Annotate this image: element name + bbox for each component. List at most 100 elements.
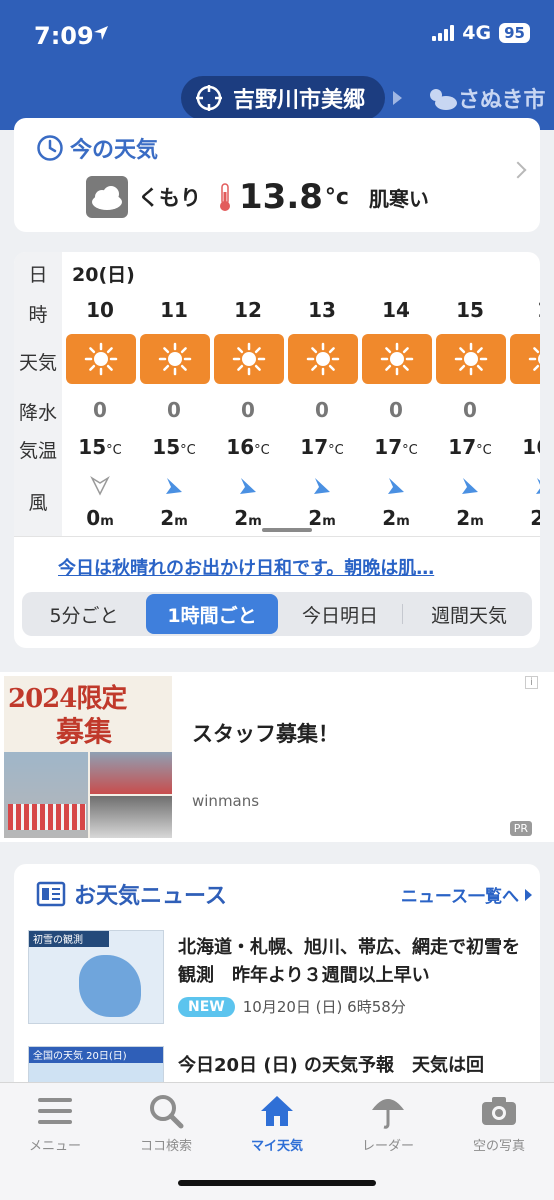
temperature-value: 17 — [448, 435, 477, 459]
newspaper-icon — [36, 881, 66, 907]
tab-menu[interactable]: メニュー — [0, 1091, 110, 1154]
wind-unit: m — [322, 514, 336, 529]
hour-label: 11 — [160, 298, 188, 322]
wind-speed: 2m — [286, 506, 358, 530]
tab-hourly[interactable]: 1時間ごと — [146, 594, 278, 634]
ad-photo — [90, 752, 172, 794]
temperature-value: 15 — [78, 435, 107, 459]
hour-column: 10 0 15°C 0m — [64, 252, 136, 532]
location-name: 吉野川市美郷 — [233, 88, 366, 113]
wind-value: 2 — [160, 506, 175, 530]
home-icon — [222, 1091, 332, 1131]
tab-label: マイ天気 — [250, 1139, 303, 1154]
current-weather-label: 今の天気 — [70, 138, 159, 163]
current-weather-card[interactable]: 今の天気 くもり 13.8 °c 肌寒い — [14, 118, 540, 232]
wind-unit: m — [470, 514, 484, 529]
hour-temperature: 17°C — [286, 435, 358, 459]
temperature-value: 16 — [522, 435, 540, 459]
temperature-value: 17 — [374, 435, 403, 459]
hourly-forecast-card: 日 時 天気 降水 気温 風 20(日) 10 0 15°C 0m 11 0 15°C 2m 1… — [14, 252, 540, 648]
wind-value: 2 — [382, 506, 397, 530]
temperature-unit: °C — [402, 443, 418, 458]
hour-temperature: 16°C — [508, 435, 540, 459]
hour-temperature: 17°C — [434, 435, 506, 459]
news-headline[interactable]: 今日20日 (日) の天気予報 天気は回 — [178, 1052, 528, 1080]
sunny-icon — [214, 334, 284, 384]
tab-radar[interactable]: レーダー — [333, 1091, 443, 1154]
temperature-unit: °c — [324, 184, 349, 210]
hour-temperature: 15°C — [138, 435, 210, 459]
tab-5min[interactable]: 5分ごと — [22, 592, 146, 636]
sunny-icon — [362, 334, 432, 384]
news-list-label: ニュース一覧へ — [400, 887, 519, 907]
sunny-icon — [140, 334, 210, 384]
hour-column: 12 0 16°C 2m — [212, 252, 284, 532]
hour-column: 15 0 17°C 2m — [434, 252, 506, 532]
temperature-unit: °C — [476, 443, 492, 458]
temperature-unit: °C — [328, 443, 344, 458]
wind-direction-icon — [162, 474, 186, 498]
chevron-right-icon[interactable] — [509, 161, 527, 179]
wind-direction-icon — [236, 474, 260, 498]
ad-banner[interactable]: 2024限定 募集 スタッフ募集！ winmans PR i — [0, 672, 554, 842]
wind-value: 0 — [86, 506, 101, 530]
ad-title[interactable]: スタッフ募集！ — [192, 718, 339, 748]
current-weather-row: くもり 13.8 °c 肌寒い — [86, 176, 429, 218]
news-meta: NEW 10月20日 (日) 6時58分 — [178, 996, 406, 1017]
divider — [14, 536, 540, 537]
forecast-summary-link[interactable]: 今日は秋晴れのお出かけ日和です。朝晩は肌… — [58, 554, 434, 580]
tab-search[interactable]: ココ検索 — [111, 1091, 221, 1154]
hour-column: 11 0 15°C 2m — [138, 252, 210, 532]
news-list-link[interactable]: ニュース一覧へ — [401, 882, 532, 907]
ad-image-subtitle: 募集 — [56, 715, 113, 748]
battery-level: 95 — [499, 23, 530, 43]
hour-column: 13 0 17°C 2m — [286, 252, 358, 532]
location-arrow-icon — [94, 26, 108, 40]
hour-column: 1 16°C 2m — [508, 252, 540, 532]
forecast-row-labels: 日 時 天気 降水 気温 風 — [14, 252, 62, 536]
wind-speed: 2m — [360, 506, 432, 530]
horizontal-scroll-indicator[interactable] — [262, 528, 312, 532]
sunny-icon — [288, 334, 358, 384]
current-location-pill[interactable]: 吉野川市美郷 — [181, 76, 385, 120]
tab-weekly[interactable]: 週間天気 — [406, 592, 532, 636]
row-label-date: 日 — [28, 264, 48, 286]
row-label-weather: 天気 — [18, 352, 57, 374]
feels-like-text: 肌寒い — [368, 186, 429, 211]
wind-direction-icon — [532, 474, 540, 498]
wind-speed: 2m — [212, 506, 284, 530]
precip-value: 0 — [463, 398, 477, 422]
row-label-temp: 気温 — [18, 440, 57, 462]
triangle-right-icon — [525, 888, 532, 901]
cloudy-icon — [86, 176, 128, 218]
precip-value: 0 — [315, 398, 329, 422]
sunny-icon — [66, 334, 136, 384]
next-location-name: さぬき市 — [458, 88, 546, 113]
ad-image[interactable]: 2024限定 募集 — [4, 676, 172, 838]
tab-my-weather[interactable]: マイ天気 — [222, 1091, 332, 1154]
tab-label: レーダー — [361, 1139, 414, 1154]
ad-photo — [90, 796, 172, 838]
current-condition: くもり — [138, 186, 201, 210]
home-indicator[interactable] — [178, 1180, 376, 1186]
umbrella-icon — [333, 1091, 443, 1131]
hour-label: 1 — [508, 298, 540, 322]
tab-today-tomorrow[interactable]: 今日明日 — [280, 592, 400, 636]
camera-icon — [444, 1091, 554, 1131]
hour-label: 12 — [234, 298, 262, 322]
news-thumbnail[interactable]: 初雪の観測 — [28, 930, 164, 1024]
temperature-value: 17 — [300, 435, 329, 459]
app-header: 7:09 4G 95 吉野川市美郷 さぬき市 — [0, 0, 554, 130]
ad-info-icon[interactable]: i — [525, 676, 538, 689]
new-badge: NEW — [178, 996, 235, 1017]
location-next-arrow-icon[interactable] — [393, 91, 402, 105]
clock-icon — [37, 135, 63, 161]
temperature-value: 15 — [152, 435, 181, 459]
tab-sky-photos[interactable]: 空の写真 — [444, 1091, 554, 1154]
precip-value: 0 — [389, 398, 403, 422]
tab-separator — [402, 604, 403, 624]
thumbnail-label: 全国の天気 20日(日) — [29, 1047, 163, 1063]
news-headline[interactable]: 北海道・札幌、旭川、帯広、網走で初雪を観測 昨年より３週間以上早い — [178, 934, 528, 990]
next-location-tab[interactable]: さぬき市 — [426, 82, 546, 114]
crosshair-icon — [196, 85, 222, 111]
